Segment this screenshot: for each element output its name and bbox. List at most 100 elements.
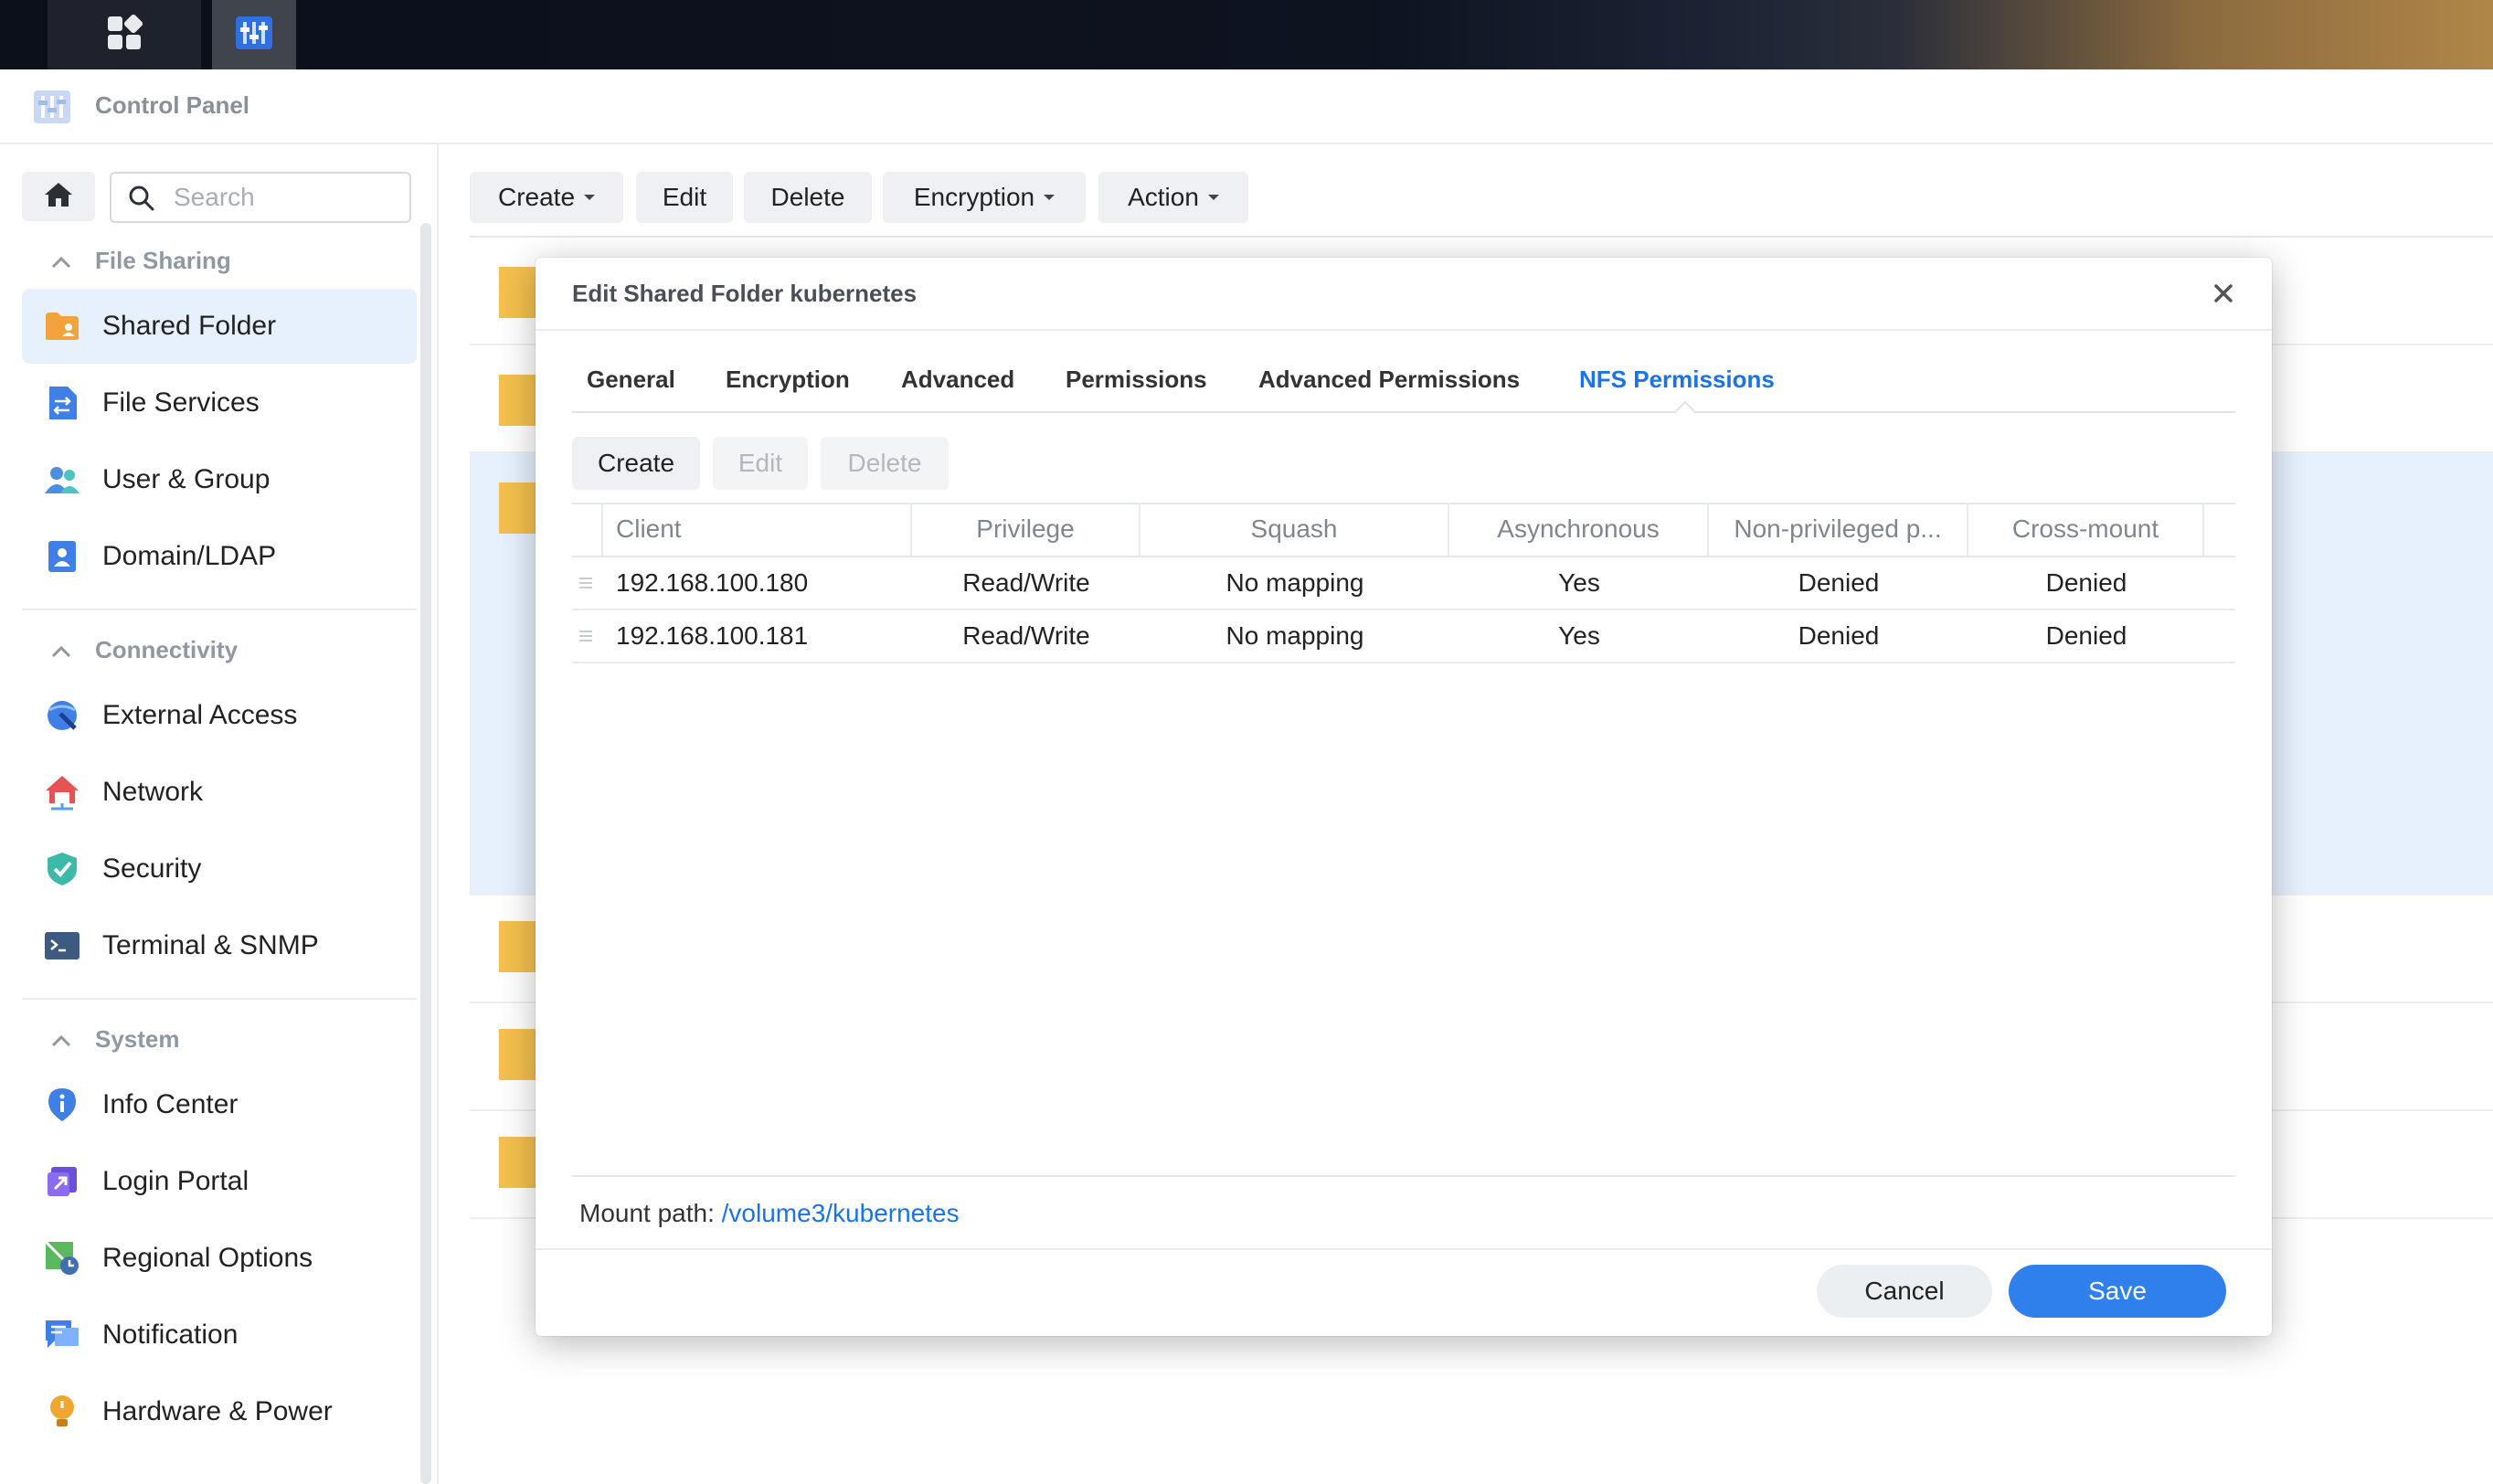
folder-icon bbox=[499, 375, 536, 426]
sidebar-item-domain-ldap[interactable]: Domain/LDAP bbox=[22, 519, 417, 594]
edit-button[interactable]: Edit bbox=[636, 172, 733, 223]
column-header-non-privileged[interactable]: Non-privileged p... bbox=[1709, 503, 1968, 556]
action-dropdown-button[interactable]: Action bbox=[1098, 172, 1248, 223]
table-row[interactable]: 192.168.100.180 Read/Write No mapping Ye… bbox=[572, 557, 2235, 610]
sidebar-item-file-services[interactable]: File Services bbox=[22, 366, 417, 440]
sidebar-item-label: Security bbox=[102, 853, 202, 884]
taskbar-control-panel-button[interactable] bbox=[212, 0, 296, 69]
notification-icon bbox=[42, 1315, 82, 1355]
section-header-system[interactable]: System bbox=[51, 1025, 180, 1054]
cell-asynchronous: Yes bbox=[1558, 568, 1600, 597]
sidebar-item-label: Terminal & SNMP bbox=[102, 930, 319, 960]
sidebar-item-info-center[interactable]: Info Center bbox=[22, 1067, 417, 1142]
shared-folder-icon bbox=[42, 306, 82, 346]
active-tab-indicator bbox=[1674, 400, 1696, 422]
column-header-label: Squash bbox=[1250, 514, 1338, 543]
tab-encryption[interactable]: Encryption bbox=[726, 366, 850, 394]
cancel-button[interactable]: Cancel bbox=[1817, 1265, 1992, 1318]
mount-path-divider bbox=[572, 1175, 2235, 1177]
cell-privilege: Read/Write bbox=[962, 568, 1090, 597]
control-panel-logo-icon bbox=[33, 90, 71, 124]
drag-handle-icon[interactable] bbox=[579, 578, 592, 590]
button-label: Edit bbox=[737, 449, 783, 477]
sidebar-item-label: External Access bbox=[102, 700, 298, 730]
home-button[interactable] bbox=[22, 172, 95, 221]
edit-shared-folder-dialog: Edit Shared Folder kubernetes General En… bbox=[536, 258, 2272, 1336]
sidebar-item-user-group[interactable]: User & Group bbox=[22, 442, 417, 517]
grid-header-handle bbox=[572, 503, 603, 556]
sidebar-item-security[interactable]: Security bbox=[22, 832, 417, 906]
sidebar-item-hardware-power[interactable]: Hardware & Power bbox=[22, 1374, 417, 1449]
section-title: File Sharing bbox=[95, 247, 231, 274]
window-title: Control Panel bbox=[95, 91, 250, 119]
hardware-power-icon bbox=[42, 1392, 82, 1432]
external-access-icon bbox=[42, 695, 82, 736]
tab-advanced[interactable]: Advanced bbox=[901, 366, 1014, 394]
column-header-client[interactable]: Client bbox=[603, 503, 912, 556]
nfs-delete-button[interactable]: Delete bbox=[821, 437, 949, 490]
sidebar-item-external-access[interactable]: External Access bbox=[22, 678, 417, 753]
tab-general[interactable]: General bbox=[587, 366, 675, 394]
sidebar-item-regional-options[interactable]: Regional Options bbox=[22, 1221, 417, 1296]
search-input[interactable] bbox=[172, 181, 404, 214]
chevron-up-icon bbox=[51, 247, 71, 275]
column-header-privilege[interactable]: Privilege bbox=[912, 503, 1140, 556]
security-shield-icon bbox=[42, 849, 82, 889]
sidebar-item-terminal-snmp[interactable]: Terminal & SNMP bbox=[22, 908, 417, 983]
button-label: Save bbox=[2088, 1277, 2147, 1305]
save-button[interactable]: Save bbox=[2009, 1265, 2226, 1318]
dialog-footer-divider bbox=[536, 1248, 2272, 1250]
search-icon bbox=[128, 185, 155, 217]
sidebar-item-label: Regional Options bbox=[102, 1243, 313, 1273]
sidebar-item-shared-folder[interactable]: Shared Folder bbox=[22, 289, 417, 364]
close-button[interactable] bbox=[2202, 274, 2244, 316]
sidebar-item-network[interactable]: Network bbox=[22, 755, 417, 830]
dialog-header-divider bbox=[536, 329, 2272, 331]
column-header-label: Privilege bbox=[976, 514, 1075, 543]
tab-permissions[interactable]: Permissions bbox=[1066, 366, 1207, 394]
encryption-dropdown-button[interactable]: Encryption bbox=[883, 172, 1086, 223]
button-label: Encryption bbox=[913, 183, 1035, 211]
info-center-icon bbox=[42, 1085, 82, 1125]
search-box[interactable] bbox=[110, 172, 411, 223]
drag-handle-icon[interactable] bbox=[579, 631, 592, 643]
cell-cross-mount: Denied bbox=[2045, 568, 2127, 597]
folder-icon bbox=[499, 1137, 536, 1188]
button-label: Cancel bbox=[1864, 1277, 1945, 1305]
mount-path-link[interactable]: /volume3/kubernetes bbox=[722, 1199, 960, 1227]
cell-privilege: Read/Write bbox=[962, 621, 1090, 650]
delete-button[interactable]: Delete bbox=[744, 172, 872, 223]
table-row[interactable]: 192.168.100.181 Read/Write No mapping Ye… bbox=[572, 610, 2235, 663]
column-header-label: Cross-mount bbox=[2011, 514, 2159, 543]
column-header-asynchronous[interactable]: Asynchronous bbox=[1449, 503, 1709, 556]
column-header-label: Non-privileged p... bbox=[1734, 514, 1942, 543]
tab-advanced-permissions[interactable]: Advanced Permissions bbox=[1258, 366, 1520, 394]
sidebar-item-label: Info Center bbox=[102, 1089, 239, 1119]
home-icon bbox=[43, 181, 74, 213]
cell-non-privileged: Denied bbox=[1798, 568, 1880, 597]
section-title: System bbox=[95, 1025, 180, 1053]
cell-cross-mount: Denied bbox=[2045, 621, 2127, 650]
tab-bar-divider bbox=[572, 411, 2235, 413]
nfs-edit-button[interactable]: Edit bbox=[713, 437, 808, 490]
nfs-create-button[interactable]: Create bbox=[572, 437, 700, 490]
tab-nfs-permissions[interactable]: NFS Permissions bbox=[1579, 366, 1775, 394]
sidebar-scrollbar[interactable] bbox=[420, 223, 431, 1484]
button-label: Delete bbox=[770, 183, 845, 211]
main-menu-button[interactable] bbox=[48, 0, 201, 69]
regional-options-icon bbox=[42, 1238, 82, 1278]
mount-path-row: Mount path: /volume3/kubernetes bbox=[579, 1199, 960, 1228]
file-services-icon bbox=[42, 383, 82, 423]
close-icon bbox=[2213, 283, 2233, 308]
network-icon bbox=[42, 772, 82, 812]
button-label: Edit bbox=[662, 183, 707, 211]
sidebar-item-login-portal[interactable]: Login Portal bbox=[22, 1144, 417, 1219]
folder-icon bbox=[499, 1029, 536, 1080]
sidebar-item-notification[interactable]: Notification bbox=[22, 1298, 417, 1373]
section-header-file-sharing[interactable]: File Sharing bbox=[51, 247, 231, 275]
section-header-connectivity[interactable]: Connectivity bbox=[51, 636, 238, 664]
column-header-cross-mount[interactable]: Cross-mount bbox=[1968, 503, 2204, 556]
sidebar-item-label: Network bbox=[102, 777, 204, 807]
column-header-squash[interactable]: Squash bbox=[1140, 503, 1449, 556]
create-dropdown-button[interactable]: Create bbox=[470, 172, 623, 223]
